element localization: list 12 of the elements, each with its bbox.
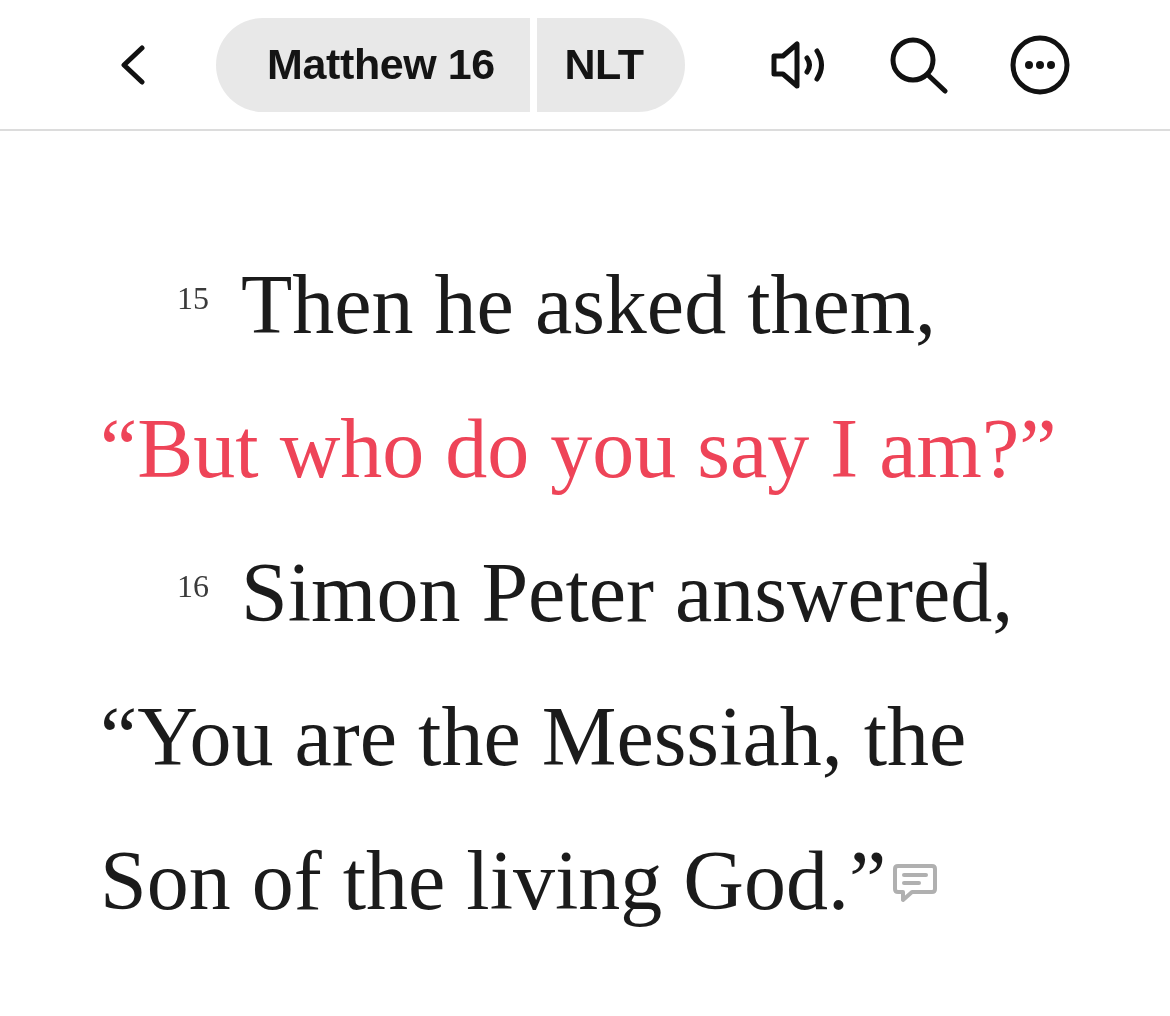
- more-icon: [1010, 34, 1070, 95]
- verse-number: 15: [177, 282, 209, 314]
- verse-text: Then he asked them,: [241, 257, 937, 353]
- verse-text: Simon Peter answered,: [241, 545, 1014, 641]
- verse-text: “You are the Messiah, the: [100, 689, 967, 785]
- chapter-selector-button[interactable]: Matthew 16: [216, 17, 530, 112]
- verse-number: 16: [177, 570, 209, 602]
- verse-text: Son of the living God.”: [100, 833, 887, 929]
- words-of-jesus-text: “But who do you say I am?”: [100, 401, 1057, 497]
- back-icon: [118, 44, 148, 85]
- search-icon: [888, 35, 950, 94]
- version-selector-button[interactable]: NLT: [537, 17, 685, 112]
